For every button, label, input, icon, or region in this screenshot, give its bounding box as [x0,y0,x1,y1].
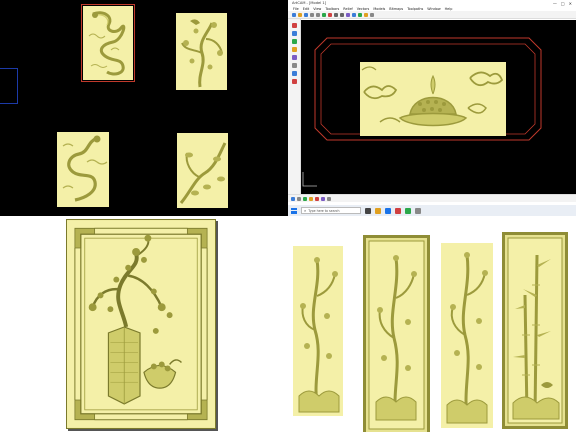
orchid-tall-relief-icon[interactable] [441,243,493,428]
plum-tall-relief-icon[interactable] [293,246,343,416]
layer-icon[interactable] [291,196,295,201]
menu-toolpaths[interactable]: Toolpaths [407,7,423,11]
dragon-relief-icon[interactable] [83,6,133,80]
new-file-icon[interactable] [292,12,296,17]
open-folder-icon[interactable] [298,12,302,17]
os-taskbar: ⌕ Type here to search [288,205,576,216]
top-toolbar [288,11,576,19]
plum-framed-relief-icon[interactable] [363,235,430,432]
design-canvas[interactable] [301,20,576,194]
color-icon[interactable] [309,196,313,201]
relief-gallery-top-left [0,0,288,216]
menu-toolbars[interactable]: Toolbars [325,7,339,11]
selection-outline [0,68,18,104]
app-icon-3[interactable] [415,207,421,214]
shape-tool-icon[interactable] [292,71,297,76]
menu-bitmaps[interactable]: Bitmaps [389,7,403,11]
toolpath-icon[interactable] [364,12,368,17]
cad-window: ArtCAM - [Model 1] — □ ✕ File Edit View … [288,0,576,216]
bottom-toolbar [288,194,576,202]
tall-panels-view [288,216,576,432]
save-icon[interactable] [304,12,308,17]
redo-icon[interactable] [316,12,320,17]
minimize-icon[interactable]: — [553,1,557,6]
transform-tool-icon[interactable] [292,47,297,52]
zoom-in-icon[interactable] [334,12,338,17]
start-icon[interactable] [291,207,297,214]
search-icon: ⌕ [304,208,307,213]
collage-root: ArtCAM - [Model 1] — □ ✕ File Edit View … [0,0,576,432]
menu-edit[interactable]: Edit [303,7,310,11]
maximize-icon[interactable]: □ [561,1,565,6]
node-tool-icon[interactable] [292,39,297,44]
lotus-cloud-relief-icon[interactable] [360,62,506,136]
zoom-out-icon[interactable] [340,12,344,17]
file-explorer-icon[interactable] [375,207,381,214]
menu-models[interactable]: Models [373,7,385,11]
close-icon[interactable]: ✕ [569,1,572,6]
select-icon[interactable] [322,12,326,17]
relief-combine-icon[interactable] [315,196,319,201]
undo-icon[interactable] [310,12,314,17]
window-title: ArtCAM - [Model 1] [292,1,327,5]
trim-tool-icon[interactable] [292,79,297,84]
snap-icon[interactable] [303,196,307,201]
menu-window[interactable]: Window [427,7,440,11]
grid-icon[interactable] [297,196,301,201]
task-view-icon[interactable] [365,207,371,214]
relief-panel-frame [66,219,216,429]
draw-tool-icon[interactable] [292,23,297,28]
menu-relief[interactable]: Relief [343,7,352,11]
menu-help[interactable]: Help [445,7,453,11]
text-tool-icon[interactable] [292,55,297,60]
shade-icon[interactable] [321,196,325,201]
app-icon[interactable] [395,207,401,214]
menu-vectors[interactable]: Vectors [357,7,370,11]
taskbar-search[interactable]: ⌕ Type here to search [301,207,361,214]
view-3d-icon[interactable] [346,12,350,17]
framed-relief-view [0,216,288,432]
plum-relief-icon[interactable] [176,13,227,90]
menu-view[interactable]: View [313,7,321,11]
lock-icon[interactable] [327,196,331,201]
select-tool-icon[interactable] [292,31,297,36]
relief-icon[interactable] [358,12,362,17]
browser-icon[interactable] [385,207,391,214]
vector-icon[interactable] [352,12,356,17]
bamboo-framed-relief-icon[interactable] [502,232,568,429]
measure-tool-icon[interactable] [292,63,297,68]
app-icon-2[interactable] [405,207,411,214]
menu-file[interactable]: File [293,7,299,11]
settings-icon[interactable] [370,12,374,17]
left-toolbar [288,19,301,194]
dragon-relief-icon-2[interactable] [57,132,109,207]
search-placeholder: Type here to search [308,208,340,213]
branch-relief-icon[interactable] [177,133,228,208]
delete-icon[interactable] [328,12,332,17]
plum-vase-relief-icon[interactable] [67,220,215,428]
